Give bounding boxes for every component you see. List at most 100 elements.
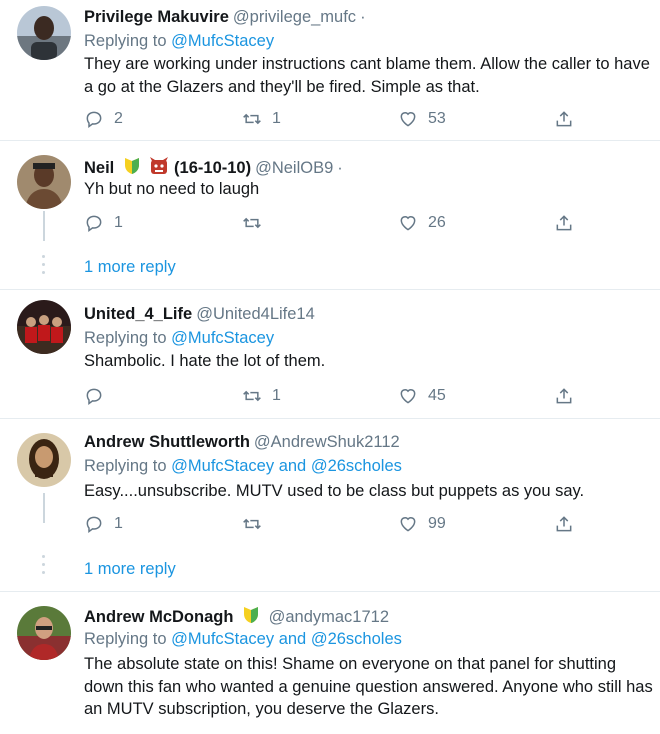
reply-icon bbox=[86, 388, 102, 405]
devil-emoji-icon bbox=[150, 157, 169, 174]
retweet-button[interactable] bbox=[242, 211, 272, 235]
like-button[interactable]: 99 bbox=[398, 512, 446, 536]
mention-link[interactable]: @MufcStacey bbox=[171, 32, 274, 50]
tweet-text: Shambolic. I hate the lot of them. bbox=[84, 352, 326, 370]
replying-to: Replying to @MufcStacey and @26scholes bbox=[84, 629, 402, 649]
like-button[interactable]: 26 bbox=[398, 211, 446, 235]
like-icon bbox=[400, 216, 416, 231]
tweet-text: They are working under instructions cant… bbox=[84, 55, 650, 96]
like-button[interactable]: 53 bbox=[398, 107, 446, 131]
retweet-icon bbox=[243, 518, 261, 530]
share-button[interactable] bbox=[554, 107, 574, 131]
reply-icon bbox=[86, 516, 102, 533]
replying-to-label: Replying to bbox=[84, 329, 167, 347]
author-name[interactable]: Neil bbox=[84, 159, 114, 177]
author-handle[interactable]: @andymac1712 bbox=[269, 608, 389, 626]
retweet-button[interactable] bbox=[242, 512, 272, 536]
replying-to: Replying to @MufcStacey bbox=[84, 31, 274, 51]
replying-to-label: Replying to bbox=[84, 32, 167, 50]
verified-shield-icon bbox=[244, 607, 259, 623]
avatar[interactable] bbox=[17, 6, 71, 60]
tweet-text: Easy....unsubscribe. MUTV used to be cla… bbox=[84, 482, 585, 500]
tweet-header: United_4_Life @United4Life14 bbox=[84, 304, 315, 324]
retweet-button[interactable]: 1 bbox=[242, 107, 281, 131]
mention-link-2[interactable]: @26scholes bbox=[311, 630, 402, 648]
reply-count: 1 bbox=[114, 214, 123, 231]
reply-count: 1 bbox=[114, 515, 123, 532]
like-count: 45 bbox=[428, 387, 446, 404]
tweet-mcdonagh[interactable]: Andrew McDonagh @andymac1712 Replying to… bbox=[0, 592, 660, 734]
tweet-neil[interactable]: Neil (16-10-10) @NeilOB9 · Yh but no need … bbox=[0, 141, 660, 289]
reply-icon bbox=[86, 111, 102, 128]
reply-button[interactable]: 1 bbox=[84, 211, 123, 235]
replying-to: Replying to @MufcStacey and @26scholes bbox=[84, 456, 402, 476]
share-button[interactable] bbox=[554, 512, 574, 536]
tweet-united4life[interactable]: United_4_Life @United4Life14 Replying to … bbox=[0, 290, 660, 418]
like-icon bbox=[400, 112, 416, 127]
share-icon bbox=[556, 516, 572, 532]
avatar[interactable] bbox=[17, 300, 71, 354]
thread-dots bbox=[42, 555, 45, 579]
like-count: 53 bbox=[428, 110, 446, 127]
reply-button[interactable] bbox=[84, 384, 114, 408]
tweet-text: Yh but no need to laugh bbox=[84, 180, 260, 198]
replying-to-and: and bbox=[278, 630, 307, 648]
mention-link[interactable]: @MufcStacey bbox=[171, 457, 274, 475]
tweet-actions: 1 26 bbox=[84, 211, 584, 235]
retweet-button[interactable]: 1 bbox=[242, 384, 281, 408]
tweet-actions: 1 99 bbox=[84, 512, 584, 536]
avatar[interactable] bbox=[17, 433, 71, 487]
thread-line bbox=[43, 211, 45, 241]
tweet-header: Andrew McDonagh @andymac1712 bbox=[84, 605, 389, 627]
mention-link-2[interactable]: @26scholes bbox=[311, 457, 402, 475]
avatar[interactable] bbox=[17, 155, 71, 209]
reply-button[interactable]: 1 bbox=[84, 512, 123, 536]
author-name[interactable]: Andrew Shuttleworth bbox=[84, 433, 250, 451]
like-button[interactable]: 45 bbox=[398, 384, 446, 408]
share-button[interactable] bbox=[554, 384, 574, 408]
tweet-actions: 1 45 bbox=[84, 384, 584, 408]
mention-link[interactable]: @MufcStacey bbox=[171, 630, 274, 648]
like-icon bbox=[400, 389, 416, 404]
reply-button[interactable]: 2 bbox=[84, 107, 123, 131]
replying-to-label: Replying to bbox=[84, 457, 167, 475]
thread-line bbox=[43, 493, 45, 523]
tweet-header: Privilege Makuvire @privilege_mufc · bbox=[84, 7, 366, 27]
replying-to-and: and bbox=[278, 457, 307, 475]
share-icon bbox=[556, 111, 572, 127]
more-replies-link[interactable]: 1 more reply bbox=[84, 258, 176, 277]
header-dot: · bbox=[360, 8, 366, 26]
retweet-icon bbox=[243, 217, 261, 229]
author-handle[interactable]: @AndrewShuk2112 bbox=[254, 433, 400, 451]
like-count: 26 bbox=[428, 214, 446, 231]
header-dot: · bbox=[337, 159, 343, 177]
share-icon bbox=[556, 215, 572, 231]
tweet-privilege[interactable]: Privilege Makuvire @privilege_mufc · Reply… bbox=[0, 0, 660, 140]
tweet-actions: 2 1 53 bbox=[84, 107, 584, 131]
author-name[interactable]: Andrew McDonagh bbox=[84, 608, 233, 626]
like-icon bbox=[400, 517, 416, 532]
reply-count: 2 bbox=[114, 110, 123, 127]
reply-icon bbox=[86, 215, 102, 232]
author-name[interactable]: United_4_Life bbox=[84, 305, 192, 323]
share-button[interactable] bbox=[554, 211, 574, 235]
reply-thread-feed: Privilege Makuvire @privilege_mufc · Reply… bbox=[0, 0, 660, 734]
author-handle[interactable]: @United4Life14 bbox=[196, 305, 315, 323]
author-name-suffix: (16-10-10) bbox=[174, 159, 252, 177]
avatar[interactable] bbox=[17, 606, 71, 660]
like-count: 99 bbox=[428, 515, 446, 532]
replying-to: Replying to @MufcStacey bbox=[84, 328, 274, 348]
mention-link[interactable]: @MufcStacey bbox=[171, 329, 274, 347]
tweet-header: Andrew Shuttleworth @AndrewShuk2112 bbox=[84, 432, 400, 452]
retweet-count: 1 bbox=[272, 387, 281, 404]
author-name[interactable]: Privilege Makuvire bbox=[84, 8, 229, 26]
tweet-shuttleworth[interactable]: Andrew Shuttleworth @AndrewShuk2112 Reply… bbox=[0, 419, 660, 591]
author-handle[interactable]: @NeilOB9 bbox=[255, 159, 333, 177]
thread-dots bbox=[42, 255, 45, 279]
tweet-text: The absolute state on this! Shame on eve… bbox=[84, 655, 653, 718]
author-handle[interactable]: @privilege_mufc bbox=[233, 8, 356, 26]
retweet-icon bbox=[243, 113, 261, 125]
more-replies-link[interactable]: 1 more reply bbox=[84, 560, 176, 579]
retweet-icon bbox=[243, 390, 261, 402]
retweet-count: 1 bbox=[272, 110, 281, 127]
